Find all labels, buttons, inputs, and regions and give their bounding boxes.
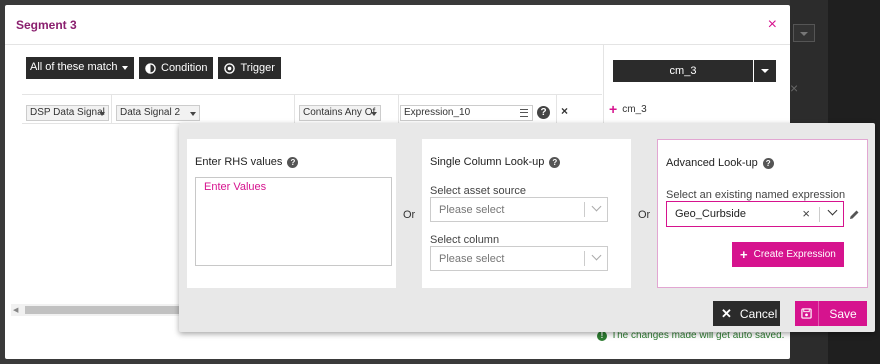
save-button[interactable]: Save: [795, 301, 867, 326]
add-trigger-button[interactable]: Trigger: [218, 57, 281, 79]
chevron-down-icon: [99, 112, 105, 116]
or-label: Or: [403, 209, 416, 221]
divider: [584, 251, 585, 266]
rhs-card: Enter RHS values ? Enter Values: [187, 139, 396, 288]
contrast-icon: [145, 62, 156, 74]
help-icon[interactable]: ?: [287, 156, 299, 168]
expression-field[interactable]: Expression_10: [400, 105, 533, 121]
expression-value: Expression_10: [404, 107, 471, 118]
add-condition-button[interactable]: Condition: [139, 57, 214, 79]
divider: [819, 207, 820, 222]
advanced-title: Advanced Look-up ?: [666, 157, 774, 169]
single-column-card: Single Column Look-up ? Select asset sou…: [422, 139, 631, 288]
field-select-2-value: Data Signal 2: [120, 107, 181, 118]
save-label: Save: [829, 306, 857, 321]
cm-select[interactable]: cm_3: [613, 60, 776, 82]
pencil-icon[interactable]: [848, 209, 860, 221]
cancel-label: Cancel: [739, 306, 778, 321]
operator-select[interactable]: Contains Any Of: [299, 105, 381, 121]
column-label: Select column: [430, 234, 500, 246]
match-select-label: All of these match: [30, 61, 118, 73]
divider: [556, 95, 557, 123]
rhs-popover: Enter RHS values ? Enter Values Or Singl…: [179, 123, 875, 332]
field-select-2[interactable]: Data Signal 2: [116, 105, 200, 121]
scroll-left-icon[interactable]: ◀: [13, 306, 18, 314]
condition-row: DSP Data Signal Data Signal 2 Contains A…: [22, 94, 602, 124]
target-icon: [224, 62, 236, 74]
help-icon[interactable]: ?: [762, 157, 774, 169]
list-item[interactable]: + cm_3: [609, 101, 647, 117]
trigger-label: Trigger: [240, 62, 275, 74]
condition-label: Condition: [161, 62, 208, 74]
modal-title: Segment 3: [16, 18, 77, 32]
field-select-1[interactable]: DSP Data Signal: [26, 105, 109, 121]
background-close-icon: ×: [790, 80, 799, 96]
divider: [111, 95, 112, 123]
asset-source-select[interactable]: Please select: [430, 197, 608, 222]
named-expression-value: Geo_Curbside: [675, 208, 746, 220]
or-label: Or: [638, 209, 651, 221]
save-icon: [795, 301, 819, 326]
create-expression-button[interactable]: + Create Expression: [732, 242, 844, 267]
single-column-title: Single Column Look-up ?: [430, 156, 561, 168]
chevron-down-icon[interactable]: [827, 205, 838, 216]
close-icon: ✕: [721, 305, 732, 321]
scrollbar-thumb[interactable]: [25, 306, 185, 314]
divider: [398, 95, 399, 123]
plus-icon: +: [609, 101, 618, 117]
help-icon[interactable]: ?: [549, 156, 561, 168]
modal-header: Segment 3 ×: [5, 5, 790, 45]
chevron-down-icon: [371, 112, 377, 116]
chevron-down-icon: [591, 201, 602, 212]
chevron-down-icon[interactable]: [754, 60, 776, 82]
condition-toolbar: All of these match Condition Trigger: [26, 57, 281, 79]
rhs-title: Enter RHS values ?: [195, 156, 299, 168]
column-value: Please select: [439, 253, 505, 265]
match-select[interactable]: All of these match: [26, 57, 134, 79]
cancel-button[interactable]: ✕ Cancel: [713, 301, 780, 326]
divider: [294, 95, 295, 123]
background-select: [793, 24, 815, 42]
plus-icon: +: [740, 247, 748, 262]
advanced-card: Advanced Look-up ? Select an existing na…: [657, 139, 868, 288]
single-column-title-text: Single Column Look-up: [430, 156, 545, 168]
named-expression-select[interactable]: Geo_Curbside ×: [666, 201, 844, 227]
list-item-label: cm_3: [622, 103, 647, 115]
rhs-title-text: Enter RHS values: [195, 156, 283, 168]
advanced-title-text: Advanced Look-up: [666, 157, 758, 169]
rhs-placeholder: Enter Values: [204, 181, 267, 193]
chevron-down-icon: [591, 250, 602, 261]
list-icon[interactable]: [520, 109, 528, 117]
column-select[interactable]: Please select: [430, 246, 608, 271]
check-circle-icon: !: [597, 330, 607, 341]
operator-value: Contains Any Of: [303, 107, 376, 118]
cm-select-value: cm_3: [613, 60, 753, 82]
remove-condition-icon[interactable]: ×: [561, 104, 568, 118]
horizontal-scrollbar[interactable]: ◀: [11, 304, 186, 316]
divider: [584, 202, 585, 217]
asset-source-value: Please select: [439, 204, 505, 216]
close-icon[interactable]: ×: [768, 17, 777, 33]
named-expression-label: Select an existing named expression: [666, 189, 846, 201]
asset-source-label: Select asset source: [430, 185, 526, 197]
create-expression-label: Create Expression: [753, 249, 836, 260]
help-icon[interactable]: ?: [537, 106, 550, 119]
chevron-down-icon: [190, 112, 196, 116]
field-select-1-value: DSP Data Signal: [30, 107, 105, 118]
clear-icon[interactable]: ×: [802, 207, 810, 220]
rhs-values-input[interactable]: Enter Values: [195, 177, 392, 266]
